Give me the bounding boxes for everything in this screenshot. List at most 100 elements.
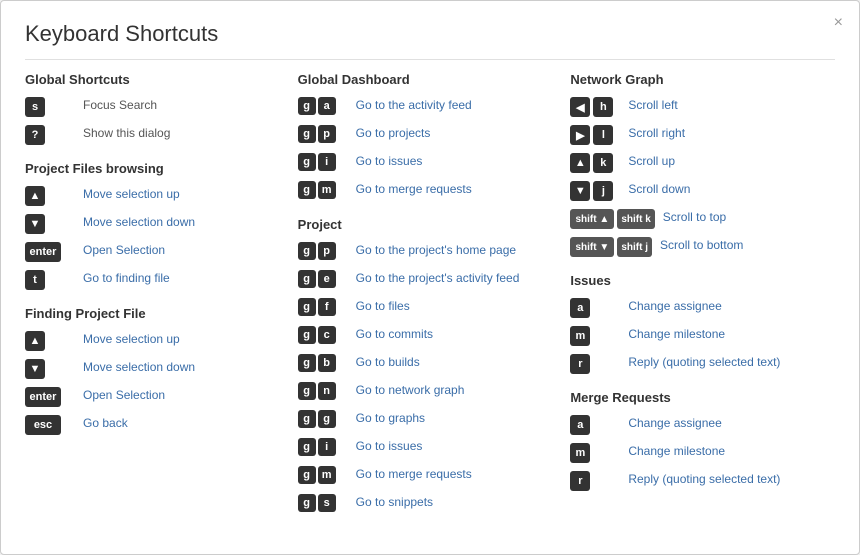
key-enter-2: enter <box>25 387 61 407</box>
key-t: t <box>25 270 45 290</box>
keys-gb: g b <box>298 354 348 372</box>
desc-home: Go to the project's home page <box>356 242 516 259</box>
shortcuts-columns: Global Shortcuts s Focus Search ? Show t… <box>25 72 835 522</box>
keys-scroll-top: shift ▲ shift k <box>570 209 654 229</box>
keys-enter-2: enter <box>25 387 75 407</box>
key-esc: esc <box>25 415 61 435</box>
key-m-1: m <box>318 181 336 199</box>
desc-files: Go to files <box>356 298 410 315</box>
keys-scroll-down: ▼ j <box>570 181 620 201</box>
key-g-1: g <box>298 97 316 115</box>
shortcut-merge-project: g m Go to merge requests <box>298 466 555 488</box>
shortcut-open-selection-1: enter Open Selection <box>25 242 282 264</box>
shortcut-show-dialog: ? Show this dialog <box>25 125 282 147</box>
keys-gm-2: g m <box>298 466 348 484</box>
desc-move-down-1: Move selection down <box>83 214 195 231</box>
keys-scroll-bottom: shift ▼ shift j <box>570 237 652 257</box>
keys-ga: g a <box>298 97 348 115</box>
shortcut-reply-mr: r Reply (quoting selected text) <box>570 471 827 493</box>
desc-projects: Go to projects <box>356 125 431 142</box>
desc-issues-dashboard: Go to issues <box>356 153 423 170</box>
key-question: ? <box>25 125 45 145</box>
shortcut-merge-dashboard: g m Go to merge requests <box>298 181 555 203</box>
key-g-5: g <box>298 242 316 260</box>
shortcut-activity-feed: g a Go to the activity feed <box>298 97 555 119</box>
keys-question: ? <box>25 125 75 145</box>
keys-r-mr: r <box>570 471 620 491</box>
desc-milestone-mr: Change milestone <box>628 443 725 460</box>
close-button[interactable]: × <box>834 15 843 31</box>
shortcut-move-down-2: ▼ Move selection down <box>25 359 282 381</box>
desc-activity: Go to the project's activity feed <box>356 270 520 287</box>
shortcut-move-up-2: ▲ Move selection up <box>25 331 282 353</box>
keys-arrow-down-2: ▼ <box>25 359 75 379</box>
key-l: l <box>593 125 613 145</box>
keys-gs: g s <box>298 494 348 512</box>
desc-scroll-bottom: Scroll to bottom <box>660 237 743 254</box>
section-network-graph: Network Graph <box>570 72 827 87</box>
shortcut-scroll-right: ▶ l Scroll right <box>570 125 827 147</box>
shortcut-issues-dashboard: g i Go to issues <box>298 153 555 175</box>
key-arrow-down-1: ▼ <box>25 214 45 234</box>
key-g-12: g <box>298 438 316 456</box>
desc-builds: Go to builds <box>356 354 420 371</box>
desc-scroll-right: Scroll right <box>628 125 685 142</box>
desc-open-selection-1: Open Selection <box>83 242 165 259</box>
keys-scroll-left: ◀ h <box>570 97 620 117</box>
key-f: f <box>318 298 336 316</box>
desc-milestone-issues: Change milestone <box>628 326 725 343</box>
desc-go-back: Go back <box>83 415 128 432</box>
desc-move-up-1: Move selection up <box>83 186 180 203</box>
keys-gi-2: g i <box>298 438 348 456</box>
key-a: a <box>318 97 336 115</box>
key-arrow-up-2: ▲ <box>25 331 45 351</box>
desc-move-down-2: Move selection down <box>83 359 195 376</box>
key-arrow-left-box: ◀ <box>570 97 590 117</box>
desc-graphs: Go to graphs <box>356 410 425 427</box>
keys-enter-1: enter <box>25 242 75 262</box>
desc-scroll-down: Scroll down <box>628 181 690 198</box>
key-b: b <box>318 354 336 372</box>
keys-gi-1: g i <box>298 153 348 171</box>
shortcut-go-back: esc Go back <box>25 415 282 437</box>
shortcut-milestone-mr: m Change milestone <box>570 443 827 465</box>
desc-scroll-left: Scroll left <box>628 97 677 114</box>
shortcut-graphs: g g Go to graphs <box>298 410 555 432</box>
key-m-mr: m <box>570 443 590 463</box>
shortcut-files: g f Go to files <box>298 298 555 320</box>
keys-gp-2: g p <box>298 242 348 260</box>
key-r-mr: r <box>570 471 590 491</box>
section-project-files: Project Files browsing <box>25 161 282 176</box>
shortcut-commits: g c Go to commits <box>298 326 555 348</box>
key-shift-j: shift j <box>617 237 652 257</box>
key-c: c <box>318 326 336 344</box>
shortcut-scroll-up: ▲ k Scroll up <box>570 153 827 175</box>
key-s: s <box>318 494 336 512</box>
key-a-issues: a <box>570 298 590 318</box>
key-arrow-up-1: ▲ <box>25 186 45 206</box>
keys-m-issues: m <box>570 326 620 346</box>
keys-scroll-up: ▲ k <box>570 153 620 173</box>
key-arrow-up-box: ▲ <box>570 153 590 173</box>
keys-m-mr: m <box>570 443 620 463</box>
key-n: n <box>318 382 336 400</box>
shortcut-scroll-top: shift ▲ shift k Scroll to top <box>570 209 827 231</box>
keys-gp-1: g p <box>298 125 348 143</box>
shortcut-milestone-issues: m Change milestone <box>570 326 827 348</box>
desc-move-up-2: Move selection up <box>83 331 180 348</box>
desc-reply-mr: Reply (quoting selected text) <box>628 471 780 488</box>
desc-scroll-top: Scroll to top <box>663 209 726 226</box>
key-a-mr: a <box>570 415 590 435</box>
key-shift-k: shift k <box>617 209 654 229</box>
shortcut-open-selection-2: enter Open Selection <box>25 387 282 409</box>
key-r-issues: r <box>570 354 590 374</box>
keys-a-issues: a <box>570 298 620 318</box>
key-g-2: g <box>298 125 316 143</box>
key-g-letter: g <box>318 410 336 428</box>
keys-gm-1: g m <box>298 181 348 199</box>
desc-network-graph: Go to network graph <box>356 382 465 399</box>
shortcut-snippets: g s Go to snippets <box>298 494 555 516</box>
shortcut-network-graph: g n Go to network graph <box>298 382 555 404</box>
section-finding-project: Finding Project File <box>25 306 282 321</box>
desc-assignee-issues: Change assignee <box>628 298 721 315</box>
